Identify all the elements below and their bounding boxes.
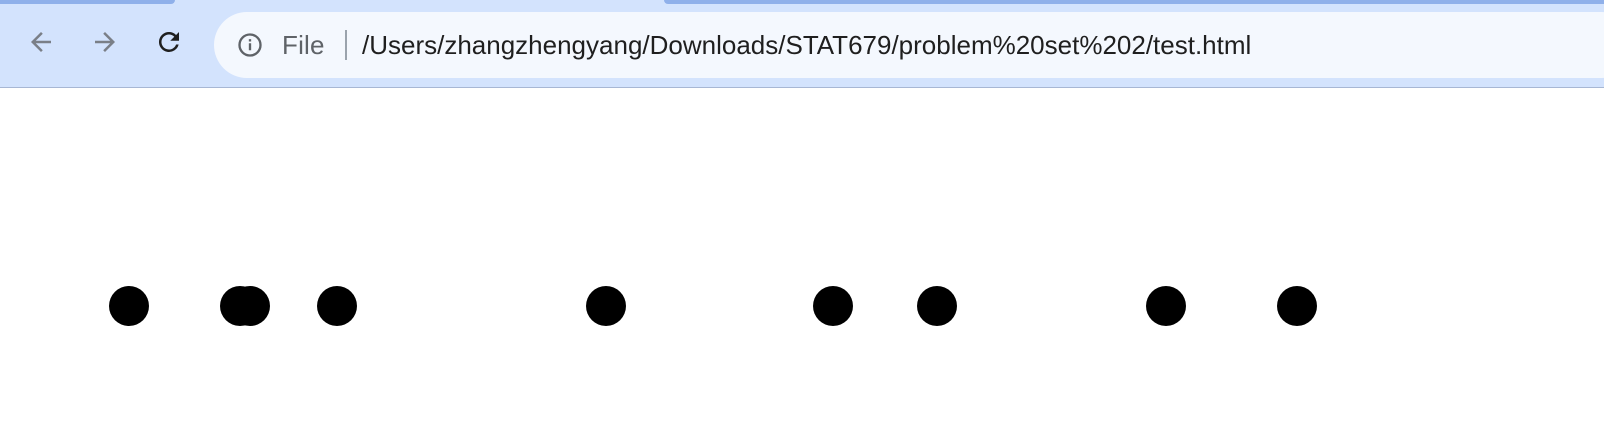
reload-button[interactable]	[149, 22, 189, 62]
circle-canvas	[109, 286, 1317, 326]
address-bar[interactable]: File /Users/zhangzhengyang/Downloads/STA…	[214, 12, 1604, 78]
forward-button[interactable]	[85, 22, 125, 62]
tab-strip	[0, 0, 1604, 4]
tab-left[interactable]	[0, 0, 175, 4]
circle-5	[586, 286, 626, 326]
circle-1	[109, 286, 149, 326]
circle-3	[230, 286, 270, 326]
arrow-right-icon	[95, 32, 115, 52]
circle-7	[917, 286, 957, 326]
reload-icon	[158, 31, 179, 52]
browser-toolbar: File /Users/zhangzhengyang/Downloads/STA…	[0, 0, 1604, 88]
circle-8	[1146, 286, 1186, 326]
page-content	[0, 88, 1604, 446]
info-icon[interactable]	[236, 31, 264, 59]
circle-6	[813, 286, 853, 326]
url-text[interactable]: /Users/zhangzhengyang/Downloads/STAT679/…	[362, 29, 1251, 61]
scheme-label: File	[282, 30, 325, 60]
omnibox-divider	[345, 30, 347, 60]
tab-right[interactable]	[664, 0, 1604, 4]
arrow-left-icon	[31, 32, 51, 52]
circle-9	[1277, 286, 1317, 326]
circle-4	[317, 286, 357, 326]
back-button[interactable]	[21, 22, 61, 62]
